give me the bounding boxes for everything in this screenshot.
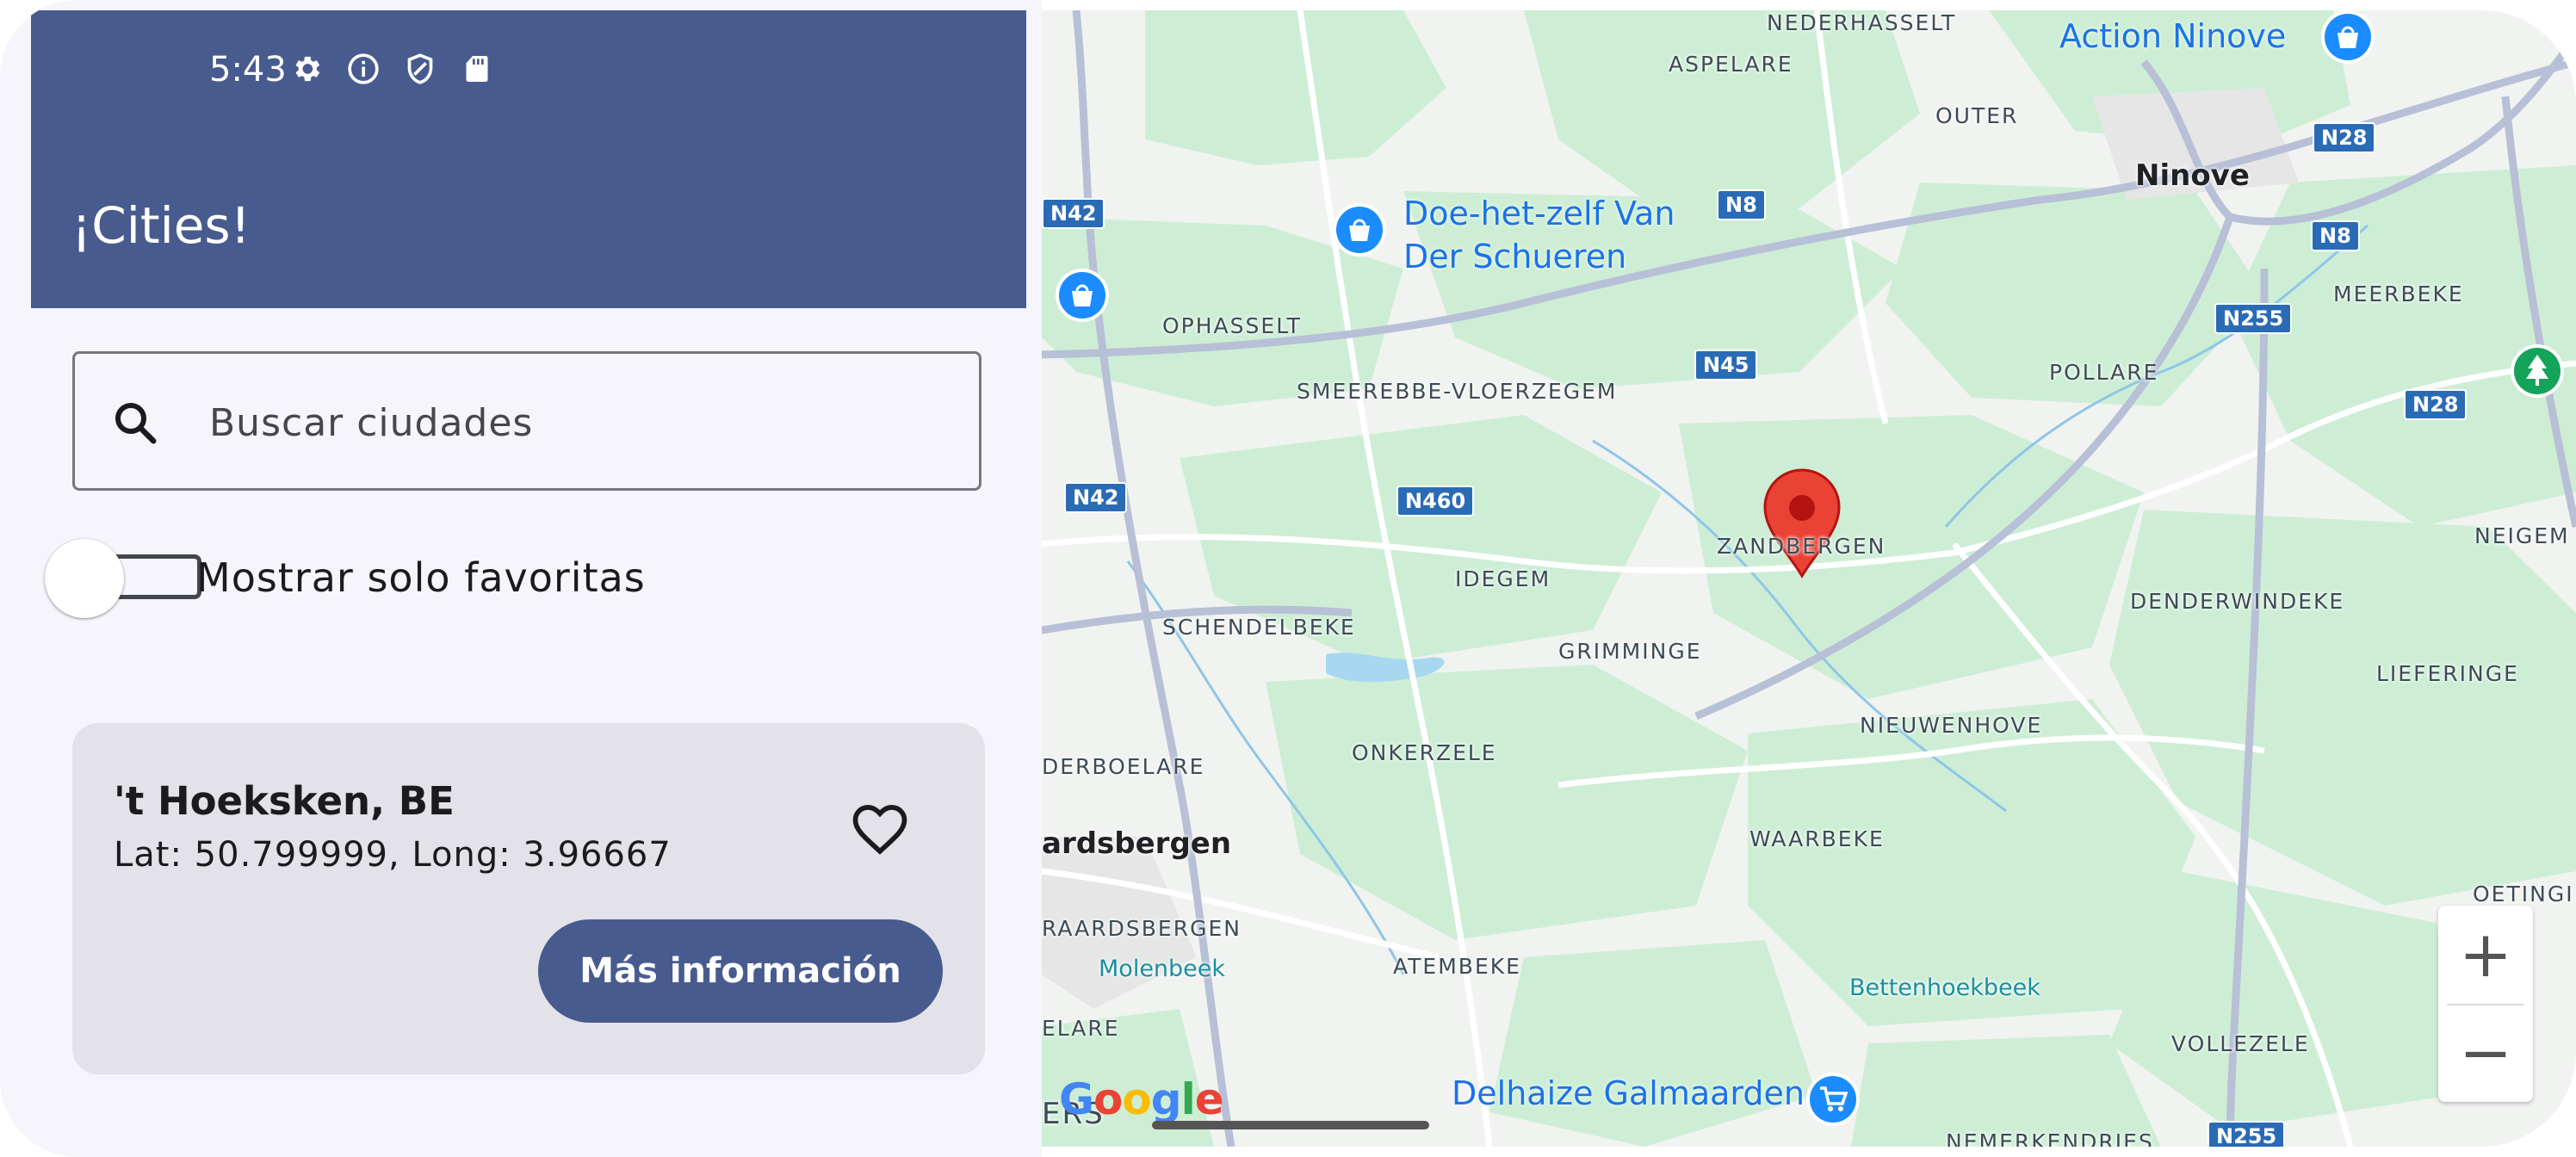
map-label: IDEGEM [1455,566,1551,591]
search-input[interactable] [207,387,934,459]
poi-label[interactable]: Der Schueren [1403,238,1626,275]
map-canvas[interactable] [1042,10,2576,1147]
poi-label[interactable]: Action Ninove [2059,17,2286,55]
zoom-controls: + − [2438,906,2533,1102]
device-screen: 5:43 ¡Cities! Buscar ciudades Mostrar so… [0,0,2576,1157]
poi-label[interactable]: Doe-het-zelf Van [1403,195,1675,232]
park-tree-icon[interactable] [2509,343,2566,403]
zoom-in-button[interactable]: + [2438,906,2533,1004]
map-label: POLLARE [2049,360,2159,385]
map-label: SMEEREBBE-VLOERZEGEM [1297,379,1618,404]
map-town-label: ardsbergen [1042,826,1232,861]
road-shield: N28 [2313,122,2376,153]
favorite-heart-icon[interactable] [849,799,911,864]
search-field[interactable] [72,351,981,491]
map-label: ZANDBERGEN [1717,534,1886,559]
zoom-out-button[interactable]: − [2438,1004,2533,1102]
favorites-only-switch[interactable] [45,537,201,620]
favorites-only-label: Mostrar solo favoritas [196,554,646,601]
map-label: NEDERHASSELT [1767,10,1957,35]
map-view[interactable]: NEDERHASSELT ASPELARE OUTER Ninove MEERB… [1042,10,2576,1147]
road-shield: N8 [2311,220,2360,251]
map-label: LIEFERINGE [2376,661,2519,686]
map-label: ELARE [1042,1016,1120,1041]
poi-label[interactable]: Delhaize Galmaarden [1452,1074,1805,1112]
map-label: RAARDSBERGEN [1042,916,1242,941]
map-label: DERBOELARE [1042,754,1205,779]
road-shield: N42 [1042,198,1105,229]
shopping-bag-icon[interactable] [1331,201,1388,262]
map-label: NIEUWENHOVE [1860,713,2043,738]
city-coordinates: Lat: 50.799999, Long: 3.96667 [114,835,672,875]
shopping-bag-icon[interactable] [1054,267,1111,327]
info-icon [346,52,381,90]
map-town-label: Ninove [2135,158,2250,193]
map-water-label: Molenbeek [1099,956,1226,982]
map-label: MEERBEKE [2333,282,2464,306]
map-label: ASPELARE [1669,52,1793,77]
map-label: ATEMBEKE [1393,954,1521,979]
map-label: OUTER [1935,103,2019,128]
road-shield: N45 [1694,350,1758,381]
map-label: NEIGEM [2474,523,2570,548]
switch-thumb[interactable] [45,539,124,618]
road-shield: N8 [1717,189,1766,220]
search-icon [109,397,161,452]
sd-card-icon [460,52,494,90]
more-info-button[interactable]: Más información [538,919,943,1023]
map-label: ONKERZELE [1352,740,1497,765]
map-label: VOLLEZELE [2171,1031,2310,1056]
shopping-cart-icon[interactable] [1805,1071,1861,1131]
google-logo: Google [1059,1074,1224,1124]
status-time: 5:43 [209,50,287,90]
shopping-bag-icon[interactable] [2319,10,2376,69]
map-label: GRIMMINGE [1558,639,1702,664]
cities-list-pane: 5:43 ¡Cities! Buscar ciudades Mostrar so… [0,0,1042,1157]
map-label: OPHASSELT [1162,313,1302,338]
map-label: DENDERWINDEKE [2130,589,2345,614]
map-label: NEMERKENDRIES [1946,1129,2154,1147]
road-shield: N28 [2404,389,2468,420]
map-label: OETINGI [2473,882,2574,906]
top-app-bar: 5:43 ¡Cities! [31,10,1026,308]
road-shield: N255 [2214,303,2293,334]
map-label: WAARBEKE [1749,826,1885,851]
status-bar: 5:43 [31,10,1026,121]
road-shield: N255 [2208,1121,2286,1147]
gesture-navigation-bar[interactable] [1152,1121,1429,1129]
app-title: ¡Cities! [71,196,251,255]
city-card[interactable]: 't Hoeksken, BE Lat: 50.799999, Long: 3.… [72,723,985,1074]
road-shield: N460 [1396,486,1475,517]
shield-icon [403,52,437,90]
road-shield: N42 [1064,482,1128,513]
map-water-label: Bettenhoekbeek [1849,974,2040,1001]
city-name: 't Hoeksken, BE [114,778,455,824]
map-label: SCHENDELBEKE [1162,615,1356,640]
gear-icon [289,52,324,90]
